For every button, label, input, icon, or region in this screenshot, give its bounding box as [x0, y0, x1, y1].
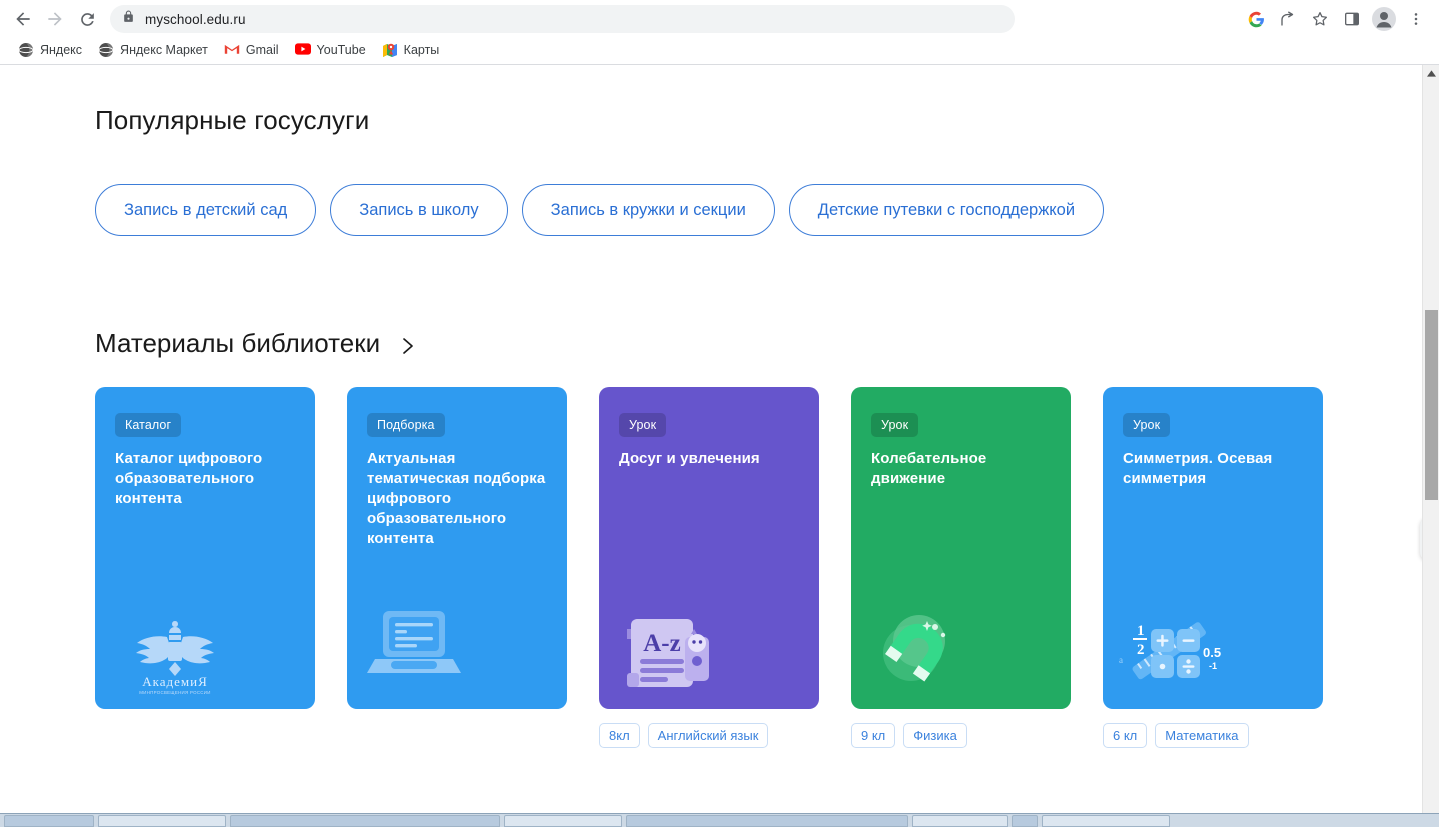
toolbar-right-group — [1241, 4, 1431, 34]
profile-avatar-icon[interactable] — [1369, 4, 1399, 34]
kebab-menu-icon[interactable] — [1401, 4, 1431, 34]
svg-text:АкадемиЯ: АкадемиЯ — [142, 674, 208, 689]
bookmark-label: Карты — [403, 43, 440, 57]
browser-toolbar: myschool.edu.ru — [0, 0, 1439, 38]
forward-arrow-icon[interactable] — [40, 4, 70, 34]
pill-zapis-v-detskiy-sad[interactable]: Запись в детский сад — [95, 184, 317, 236]
card-dosug-i-uvlecheniya[interactable]: Урок Досуг и увлечения A-z — [599, 387, 819, 709]
card-simmetriya-osevaya[interactable]: Урок Симметрия. Осевая симметрия 1 2 0.5… — [1103, 387, 1323, 709]
url-text: myschool.edu.ru — [145, 11, 246, 27]
page-title-gov-services: Популярные госуслуги — [95, 105, 370, 135]
windows-taskbar[interactable] — [0, 813, 1439, 827]
tag-subject[interactable]: Физика — [903, 723, 967, 748]
library-card-item: Каталог Каталог цифрового образовательно… — [95, 387, 315, 748]
card-kolebatelnoe-dvizhenie[interactable]: Урок Колебательное движение — [851, 387, 1071, 709]
svg-text:1: 1 — [1137, 623, 1145, 639]
bookmark-label: Яндекс Маркет — [120, 43, 208, 57]
bookmark-item-yandex-market[interactable]: Яндекс Маркет — [90, 39, 216, 61]
page-viewport: Популярные госуслуги Запись в детский са… — [0, 65, 1439, 827]
svg-text:A-z: A-z — [643, 630, 680, 657]
card-badge: Урок — [1123, 413, 1171, 437]
bookmark-item-gmail[interactable]: Gmail — [216, 39, 287, 61]
card-title: Колебательное движение — [871, 450, 987, 487]
page-content: Популярные госуслуги Запись в детский са… — [0, 65, 1439, 748]
svg-text:a: a — [1119, 655, 1123, 665]
taskbar-item[interactable] — [1042, 815, 1170, 827]
google-icon[interactable] — [1241, 4, 1271, 34]
svg-text:МИНПРОСВЕЩЕНИЯ РОССИИ: МИНПРОСВЕЩЕНИЯ РОССИИ — [139, 690, 210, 695]
scrollbar-thumb[interactable] — [1425, 310, 1438, 500]
bookmark-label: Gmail — [245, 43, 279, 57]
card-badge: Урок — [871, 413, 919, 437]
bookmark-item-youtube[interactable]: YouTube — [287, 39, 374, 61]
maps-icon — [382, 42, 398, 58]
library-cards-carousel: Каталог Каталог цифрового образовательно… — [95, 387, 1439, 748]
card-badge: Каталог — [115, 413, 182, 437]
page-scrollbar[interactable] — [1422, 65, 1439, 827]
card-title: Симметрия. Осевая симметрия — [1123, 450, 1273, 487]
bookmark-star-icon[interactable] — [1305, 4, 1335, 34]
side-panel-icon[interactable] — [1337, 4, 1367, 34]
card-katalog-cifrovogo-kontenta[interactable]: Каталог Каталог цифрового образовательно… — [95, 387, 315, 709]
card-badge: Урок — [619, 413, 667, 437]
pill-detskie-putevki[interactable]: Детские путевки с господдержкой — [788, 184, 1105, 236]
tag-grade[interactable]: 6 кл — [1103, 723, 1148, 748]
academy-eagle-emblem-icon: АкадемиЯ МИНПРОСВЕЩЕНИЯ РОССИИ — [129, 615, 239, 701]
taskbar-item[interactable] — [504, 815, 622, 827]
youtube-icon — [294, 42, 311, 58]
svg-text:-1: -1 — [1209, 661, 1217, 671]
library-card-item: Урок Симметрия. Осевая симметрия 1 2 0.5… — [1103, 387, 1323, 748]
card-tag-list: 6 кл Математика — [1103, 723, 1323, 748]
reload-icon[interactable] — [72, 4, 102, 34]
card-title: Актуальная тематическая подборка цифрово… — [367, 450, 546, 547]
chevron-right-icon[interactable] — [400, 336, 416, 354]
scroll-up-arrow-icon[interactable] — [1423, 65, 1439, 82]
card-tag-list: 8кл Английский язык — [599, 723, 819, 748]
card-title: Каталог цифрового образовательного конте… — [115, 450, 263, 507]
bookmark-item-yandex[interactable]: Яндекс — [10, 39, 90, 61]
library-section-header[interactable]: Материалы библиотеки — [95, 328, 1424, 359]
card-tag-list: 9 кл Физика — [851, 723, 1071, 748]
address-bar[interactable]: myschool.edu.ru — [110, 5, 1015, 33]
library-card-item: Урок Колебательное движение 9 кл Физика — [851, 387, 1071, 748]
pill-zapis-v-shkolu[interactable]: Запись в школу — [330, 184, 508, 236]
taskbar-item[interactable] — [98, 815, 226, 827]
gmail-icon — [224, 42, 240, 58]
library-title: Материалы библиотеки — [95, 328, 381, 358]
yandex-globe-icon — [18, 42, 34, 58]
tag-subject[interactable]: Английский язык — [647, 723, 769, 748]
laptop-icon — [367, 607, 477, 693]
library-card-item: Подборка Актуальная тематическая подборк… — [347, 387, 567, 748]
yandex-market-globe-icon — [98, 42, 114, 58]
lock-icon — [122, 10, 135, 28]
tag-grade[interactable]: 8кл — [599, 723, 640, 748]
card-aktualnaya-podborka[interactable]: Подборка Актуальная тематическая подборк… — [347, 387, 567, 709]
taskbar-item[interactable] — [1012, 815, 1038, 827]
taskbar-item[interactable] — [912, 815, 1008, 827]
svg-text:0.5: 0.5 — [1203, 645, 1221, 660]
taskbar-start-button[interactable] — [4, 815, 94, 827]
pill-zapis-v-kruzhki[interactable]: Запись в кружки и секции — [521, 184, 775, 236]
back-arrow-icon[interactable] — [8, 4, 38, 34]
library-card-item: Урок Досуг и увлечения A-z 8кл Английски… — [599, 387, 819, 748]
browser-chrome: myschool.edu.ru Яндекс Яндекс Маркет Gma… — [0, 0, 1439, 65]
tag-grade[interactable]: 9 кл — [851, 723, 896, 748]
share-icon[interactable] — [1273, 4, 1303, 34]
bookmark-label: YouTube — [316, 43, 366, 57]
document-a-z-icon: A-z — [617, 611, 727, 697]
tag-subject[interactable]: Математика — [1155, 723, 1249, 748]
taskbar-item[interactable] — [626, 815, 908, 827]
card-badge: Подборка — [367, 413, 445, 437]
card-title: Досуг и увлечения — [619, 450, 760, 467]
gov-services-pill-list: Запись в детский сад Запись в школу Запи… — [95, 184, 1424, 236]
svg-text:2: 2 — [1137, 642, 1145, 658]
bookmarks-bar: Яндекс Яндекс Маркет Gmail YouTube Карты — [0, 36, 1439, 64]
taskbar-item[interactable] — [230, 815, 500, 827]
bookmark-label: Яндекс — [40, 43, 83, 57]
bookmark-item-maps[interactable]: Карты — [374, 39, 448, 61]
math-calculator-icon: 1 2 0.5 -1 a — [1115, 611, 1225, 697]
magnet-icon — [871, 609, 981, 695]
